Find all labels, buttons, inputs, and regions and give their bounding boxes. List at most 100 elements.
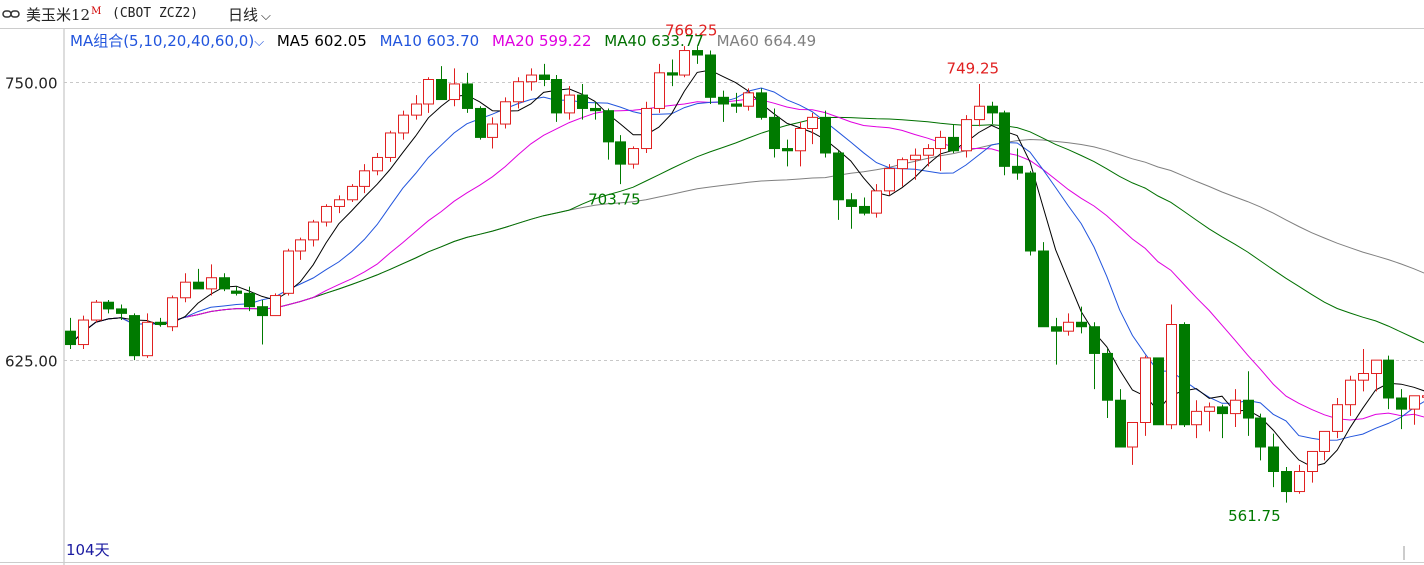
candle <box>65 317 76 349</box>
candle <box>897 157 908 187</box>
candle <box>628 146 639 169</box>
candle <box>334 195 345 214</box>
candle <box>1332 398 1343 439</box>
candle <box>807 112 818 145</box>
candle <box>923 144 934 167</box>
candle <box>1012 148 1023 180</box>
candlestick-chart: 625.00750.00 766.25703.75749.25561.75 10… <box>0 22 1424 565</box>
candle <box>219 273 230 292</box>
ma10-line <box>69 87 1424 441</box>
candle <box>756 88 767 120</box>
candle <box>551 75 562 122</box>
candle <box>103 300 114 314</box>
candle <box>987 101 998 125</box>
candle <box>1383 355 1394 410</box>
chart-frame <box>0 28 1424 565</box>
candle <box>436 66 447 101</box>
ma-legend: MA组合(5,10,20,40,60,0)⌵ MA5 602.05 MA10 6… <box>70 30 824 50</box>
candle <box>1166 304 1177 430</box>
candle <box>1127 422 1138 465</box>
candle <box>1115 389 1126 448</box>
candle <box>283 248 294 296</box>
candle <box>1319 430 1330 461</box>
candle <box>155 317 166 327</box>
candle <box>513 77 524 109</box>
candle <box>1204 402 1215 432</box>
candle <box>1294 464 1305 494</box>
candle <box>295 237 306 260</box>
candle <box>193 268 204 290</box>
candle <box>270 293 281 317</box>
candle <box>1243 371 1254 436</box>
candle <box>974 83 985 127</box>
candle <box>769 108 780 158</box>
candle <box>1230 389 1241 427</box>
candle <box>782 139 793 167</box>
candle <box>129 313 140 361</box>
candle <box>948 124 959 153</box>
candle <box>961 115 972 158</box>
candle <box>91 300 102 323</box>
candle <box>1358 349 1369 392</box>
candle <box>820 110 831 158</box>
price-annotation: 561.75 <box>1228 507 1281 525</box>
candle <box>1371 359 1382 392</box>
candle <box>615 135 626 185</box>
candle <box>884 164 895 196</box>
ma-group-label: MA组合(5,10,20,40,60,0) <box>70 32 255 50</box>
ma60-label: MA60 664.49 <box>716 32 817 50</box>
candle <box>1179 322 1190 427</box>
candle <box>308 219 319 247</box>
candle <box>411 95 422 120</box>
candle <box>1217 404 1228 439</box>
candle <box>910 148 921 180</box>
candle <box>1140 355 1151 436</box>
candle <box>603 108 614 160</box>
candle <box>743 88 754 111</box>
candle <box>1089 322 1100 390</box>
ma20-label: MA20 599.22 <box>491 32 592 50</box>
ma40-label: MA40 633.77 <box>604 32 704 50</box>
candle <box>372 153 383 176</box>
candle <box>590 101 601 120</box>
candle <box>859 197 870 216</box>
candle <box>935 130 946 171</box>
candle <box>1255 413 1266 461</box>
candle <box>462 72 473 113</box>
candle <box>1038 242 1049 328</box>
candle <box>1396 389 1407 430</box>
candle <box>385 130 396 162</box>
candle <box>1051 317 1062 365</box>
candle <box>1345 375 1356 416</box>
candle <box>257 300 268 345</box>
candle <box>654 63 665 113</box>
candle <box>641 101 652 153</box>
y-tick-label: 750.00 <box>5 75 58 93</box>
candle <box>1076 306 1087 334</box>
price-annotation: 749.25 <box>947 59 1000 77</box>
candle <box>398 110 409 140</box>
y-tick-labels: 625.00 750.00 <box>5 75 58 371</box>
chevron-down-icon: ⌵ <box>254 35 265 50</box>
candle <box>1063 313 1074 336</box>
ma-group-selector[interactable]: MA组合(5,10,20,40,60,0)⌵ <box>70 32 264 50</box>
candle <box>1307 450 1318 483</box>
candle <box>564 86 575 120</box>
candle <box>449 68 460 107</box>
candle <box>487 117 498 149</box>
candle <box>475 106 486 140</box>
price-annotation: 703.75 <box>588 191 641 209</box>
candle <box>705 50 716 104</box>
candle <box>78 315 89 349</box>
candle <box>1102 349 1113 419</box>
candle <box>833 150 844 220</box>
candle <box>180 273 191 303</box>
candles <box>65 46 1424 503</box>
ma10-label: MA10 603.70 <box>379 32 480 50</box>
candle <box>1281 467 1292 503</box>
candle <box>500 97 511 129</box>
candle <box>999 110 1010 176</box>
candle <box>1025 170 1036 256</box>
ma20-line <box>69 98 1424 421</box>
candle <box>347 184 358 202</box>
